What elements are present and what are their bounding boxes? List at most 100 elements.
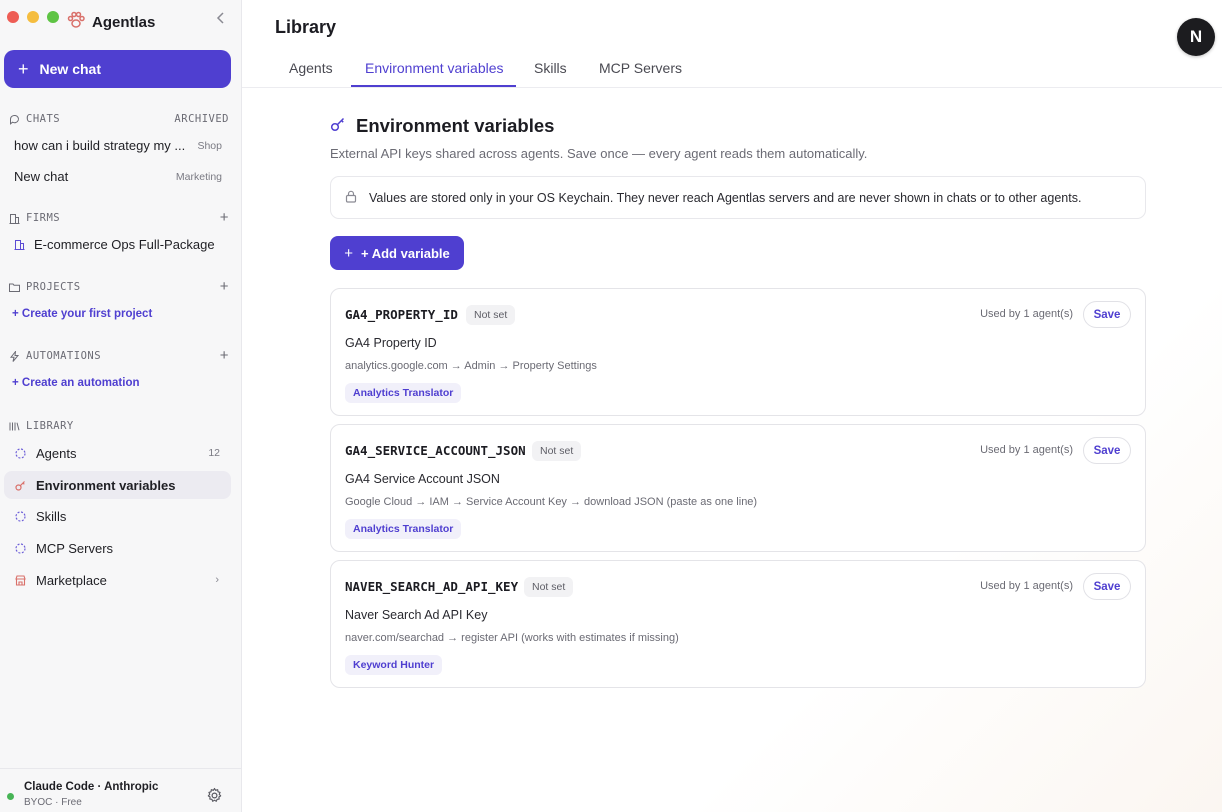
keychain-notice: Values are stored only in your OS Keycha… — [330, 176, 1146, 219]
key-icon — [330, 116, 346, 137]
automations-section-title: AUTOMATIONS — [26, 350, 102, 362]
key-icon — [15, 480, 26, 491]
plan-label: BYOC · Free — [24, 797, 82, 808]
add-project-icon[interactable]: + — [220, 279, 229, 294]
variable-key: NAVER_SEARCH_AD_API_KEY — [345, 579, 519, 594]
variable-card: NAVER_SEARCH_AD_API_KEY Not set Used by … — [330, 560, 1146, 688]
tab-agents[interactable]: Agents — [289, 60, 333, 76]
lock-icon — [345, 190, 357, 206]
notice-text: Values are stored only in your OS Keycha… — [369, 190, 1082, 205]
section-heading: Environment variables — [330, 115, 554, 137]
plus-icon: + — [344, 244, 353, 262]
variable-hint: analytics.google.com → Admin → Property … — [345, 360, 597, 372]
save-button[interactable]: Save — [1083, 573, 1131, 600]
used-by-label: Used by 1 agent(s) — [980, 580, 1073, 592]
sidebar-item-mcp-servers[interactable]: MCP Servers — [4, 534, 231, 562]
save-button[interactable]: Save — [1083, 301, 1131, 328]
variable-key: GA4_PROPERTY_ID — [345, 307, 458, 322]
maximize-window-button[interactable] — [47, 11, 59, 23]
chats-section-title: CHATS — [26, 113, 61, 125]
tab-skills[interactable]: Skills — [534, 60, 567, 76]
chat-title: New chat — [14, 169, 69, 184]
automations-section-header: AUTOMATIONS + — [9, 348, 229, 363]
dotted-circle-icon — [15, 542, 26, 554]
new-chat-label: New chat — [39, 61, 101, 77]
used-by-label: Used by 1 agent(s) — [980, 308, 1073, 320]
store-icon — [15, 574, 26, 586]
firm-name: E-commerce Ops Full-Package — [34, 237, 215, 252]
gear-icon[interactable] — [206, 787, 223, 804]
collapse-sidebar-icon[interactable] — [214, 12, 228, 28]
create-automation-link[interactable]: + Create an automation — [12, 377, 140, 389]
status-badge: Not set — [532, 441, 582, 461]
page-title: Library — [275, 17, 337, 37]
window-controls — [7, 11, 59, 23]
archived-link[interactable]: ARCHIVED — [174, 113, 229, 125]
sidebar-footer: Claude Code · Anthropic BYOC · Free — [0, 768, 241, 812]
sidebar-item-label: Agents — [36, 445, 77, 461]
main-panel: Library N Agents Environment variables S… — [242, 0, 1222, 812]
sidebar-item-label: Skills — [36, 508, 67, 524]
sidebar-item-agents[interactable]: Agents 12 — [4, 439, 231, 467]
section-subtitle: External API keys shared across agents. … — [330, 146, 868, 161]
chat-tag: Marketing — [175, 170, 222, 183]
sidebar-item-label: Environment variables — [36, 477, 176, 493]
sidebar-item-environment-variables[interactable]: Environment variables — [4, 471, 231, 499]
library-books-icon — [9, 421, 20, 432]
building-icon — [9, 213, 20, 224]
chat-list-item[interactable]: how can i build strategy my ... Shop — [14, 138, 222, 153]
app-name: Agentlas — [92, 14, 156, 31]
add-variable-button[interactable]: + + Add variable — [330, 236, 464, 270]
agents-count: 12 — [208, 447, 220, 459]
plus-icon: + — [18, 59, 29, 79]
variable-key: GA4_SERVICE_ACCOUNT_JSON — [345, 443, 526, 458]
chat-bubble-icon — [9, 114, 20, 125]
save-button[interactable]: Save — [1083, 437, 1131, 464]
new-chat-button[interactable]: + New chat — [4, 50, 231, 88]
variable-card: GA4_SERVICE_ACCOUNT_JSON Not set Used by… — [330, 424, 1146, 552]
minimize-window-button[interactable] — [27, 11, 39, 23]
used-by-label: Used by 1 agent(s) — [980, 444, 1073, 456]
tab-mcp-servers[interactable]: MCP Servers — [599, 60, 682, 76]
projects-section-title: PROJECTS — [26, 281, 81, 293]
variable-hint: Google Cloud → IAM → Service Account Key… — [345, 496, 758, 508]
status-indicator — [7, 793, 14, 800]
add-variable-label: + Add variable — [361, 245, 450, 261]
chevron-right-icon: › — [215, 574, 219, 586]
add-firm-icon[interactable]: + — [220, 210, 229, 225]
library-section-title: LIBRARY — [26, 420, 74, 432]
sidebar-item-skills[interactable]: Skills — [4, 502, 231, 530]
firms-section-title: FIRMS — [26, 212, 61, 224]
agent-chip[interactable]: Analytics Translator — [345, 519, 462, 539]
agent-chip[interactable]: Analytics Translator — [345, 383, 462, 403]
status-badge: Not set — [524, 577, 574, 597]
paw-logo-icon — [66, 10, 86, 35]
lightning-icon — [9, 350, 20, 362]
variable-label: GA4 Property ID — [345, 336, 437, 350]
variable-card: GA4_PROPERTY_ID Not set Used by 1 agent(… — [330, 288, 1146, 416]
library-section-header: LIBRARY — [9, 419, 229, 433]
sidebar-item-label: MCP Servers — [36, 540, 114, 556]
app-brand: Agentlas — [66, 10, 155, 35]
projects-section-header: PROJECTS + — [9, 279, 229, 294]
agent-chip[interactable]: Keyword Hunter — [345, 655, 443, 675]
close-window-button[interactable] — [7, 11, 19, 23]
library-tabs: Agents Environment variables Skills MCP … — [242, 48, 1222, 88]
dotted-circle-icon — [15, 447, 26, 459]
chat-tag: Shop — [197, 139, 222, 152]
dotted-circle-icon — [15, 510, 26, 522]
firms-section-header: FIRMS + — [9, 210, 229, 225]
sidebar-item-marketplace[interactable]: Marketplace › — [4, 566, 231, 594]
building-icon — [14, 239, 25, 250]
sidebar: Agentlas + New chat CHATS ARCHIVED how c… — [0, 0, 242, 812]
provider-name: Claude Code · Anthropic — [24, 781, 159, 793]
sidebar-item-label: Marketplace — [36, 572, 107, 588]
tab-environment-variables[interactable]: Environment variables — [365, 60, 504, 76]
chat-title: how can i build strategy my ... — [14, 138, 186, 153]
chat-list-item[interactable]: New chat Marketing — [14, 169, 222, 184]
add-automation-icon[interactable]: + — [220, 348, 229, 363]
chats-section-header: CHATS ARCHIVED — [9, 112, 229, 126]
firm-list-item[interactable]: E-commerce Ops Full-Package — [14, 237, 222, 252]
create-project-link[interactable]: + Create your first project — [12, 308, 152, 320]
variable-label: GA4 Service Account JSON — [345, 472, 500, 486]
